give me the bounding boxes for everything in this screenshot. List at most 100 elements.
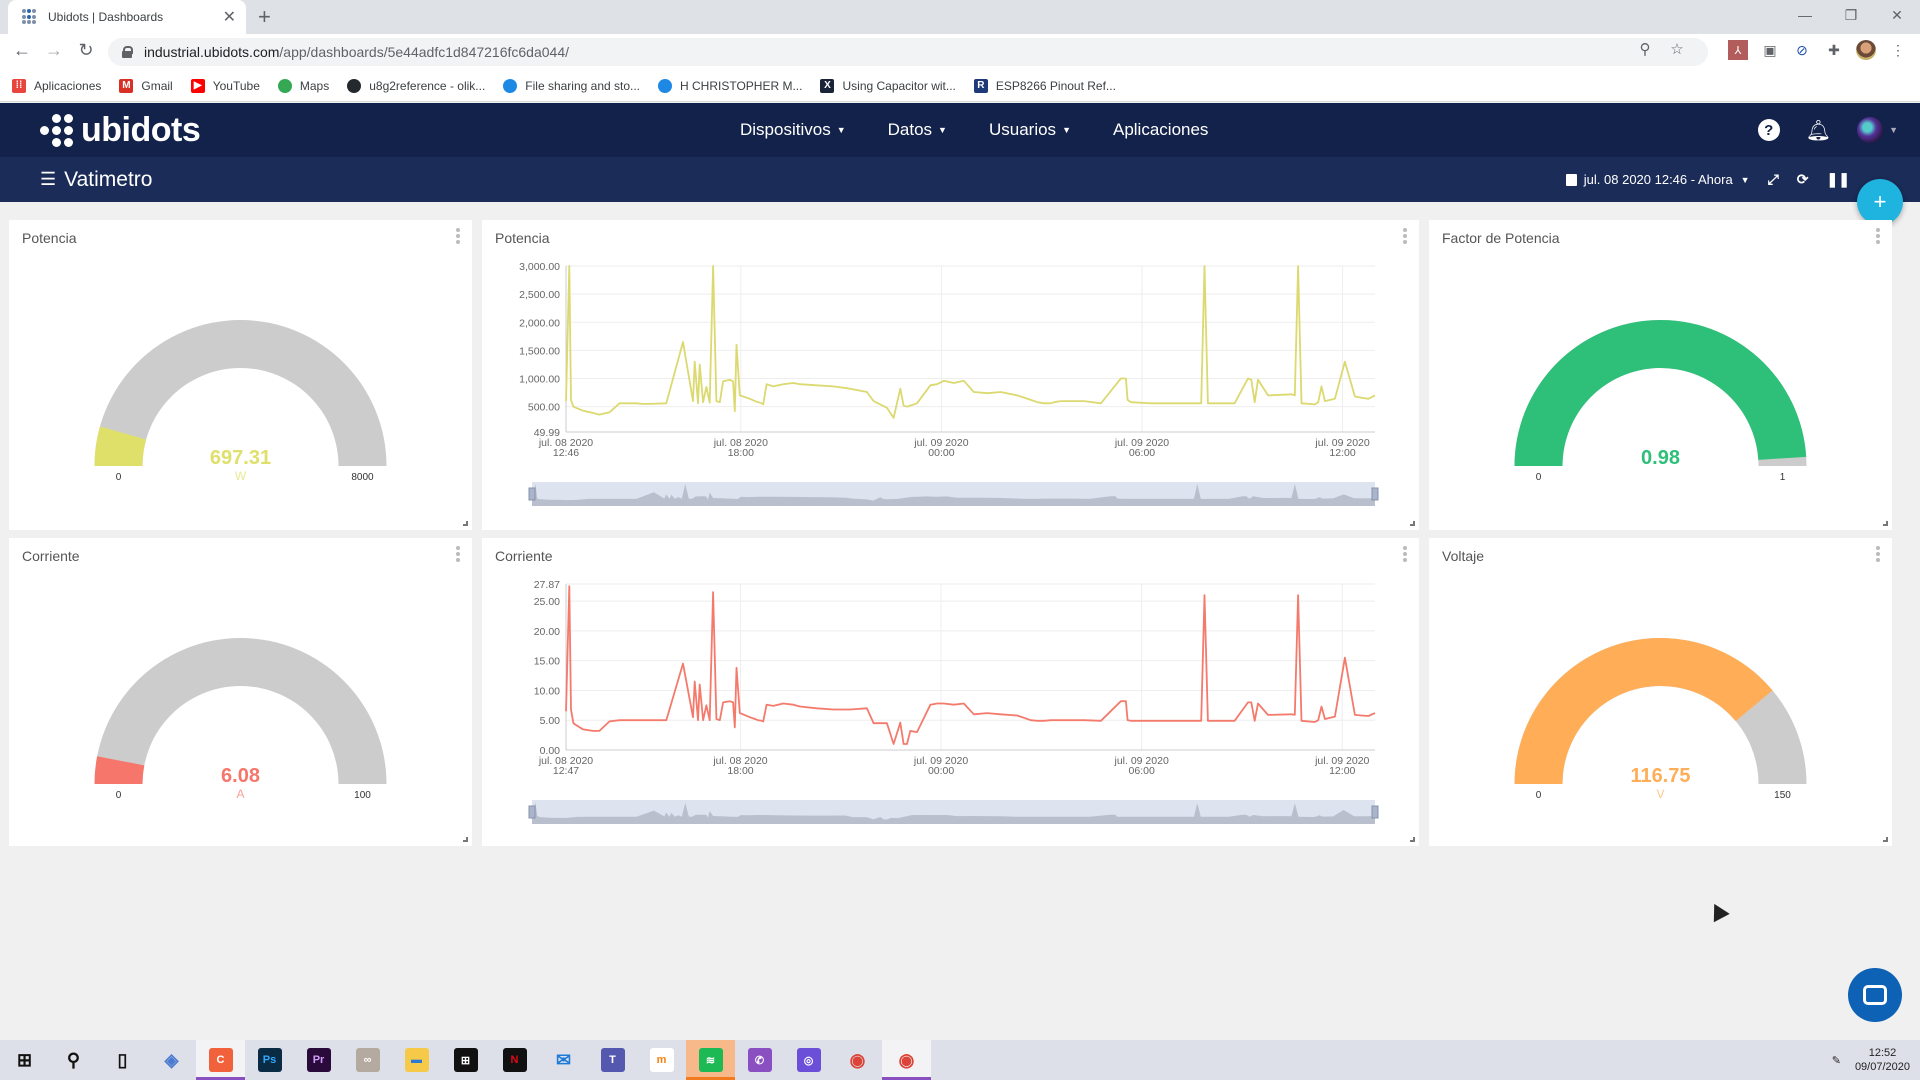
gauge-max-label: 1 [1780,472,1786,483]
taskbar-app[interactable]: ✆ [735,1040,784,1080]
dashboard-selector[interactable]: ☰ Vatimetro [40,157,152,202]
bookmark-item[interactable]: ⁞⁞ Aplicaciones [12,78,101,93]
restore-icon[interactable]: ❐ [1828,0,1874,30]
browser-tabstrip: Ubidots | Dashboards ✕ + — ❐ ✕ [0,0,1920,34]
taskbar-app[interactable]: ▯ [98,1040,147,1080]
line-chart-widget-potencia: Potencia 3,000.00 2,500.00 2,000.00 1,500.0… [482,220,1419,530]
pause-icon[interactable]: ❚❚ [1827,171,1850,188]
pen-icon[interactable]: ✎ [1832,1054,1841,1067]
refresh-icon[interactable]: ⟳ [1797,171,1809,188]
taskbar-app[interactable]: ◎ [784,1040,833,1080]
taskbar-app[interactable]: m [637,1040,686,1080]
taskbar-app[interactable]: Ps [245,1040,294,1080]
taskbar-app[interactable]: ◉ [882,1040,931,1080]
close-window-icon[interactable]: ✕ [1874,0,1920,30]
taskbar-app[interactable]: Pr [294,1040,343,1080]
resize-handle[interactable] [1883,521,1888,526]
range-handle-left[interactable] [528,487,536,501]
new-tab-icon[interactable]: + [258,4,271,30]
browser-tab[interactable]: Ubidots | Dashboards ✕ [8,0,246,34]
profile-avatar[interactable] [1856,40,1876,60]
sync-icon [503,78,518,93]
taskbar-app[interactable]: ⚲ [49,1040,98,1080]
taskbar-app[interactable]: ✉ [539,1040,588,1080]
nav-datos[interactable]: Datos ▼ [888,120,947,140]
windows-taskbar: ⊞ ⚲ ▯ ◈ C Ps Pr ∞ ▬ ⊞ N ✉ Tm ≋ ✆ ◎ ◉ ◉ ✎ 12:52 09/07/2020 [0,1040,1920,1080]
nav-dispositivos[interactable]: Dispositivos ▼ [740,120,846,140]
resize-handle[interactable] [463,521,468,526]
clock[interactable]: 12:52 09/07/2020 [1855,1046,1910,1074]
taskbar-app[interactable]: C [196,1040,245,1080]
bookmarks-bar: ⁞⁞ Aplicaciones M Gmail ▶ YouTube Maps u8g2refe… [0,70,1920,102]
taskbar-app[interactable]: ◉ [833,1040,882,1080]
reload-icon[interactable]: ↻ [74,40,98,61]
taskbar-app[interactable]: ◈ [147,1040,196,1080]
bookmark-item[interactable]: X Using Capacitor wit... [820,78,956,93]
nav-aplicaciones[interactable]: Aplicaciones [1113,120,1208,140]
address-bar[interactable]: industrial.ubidots.com/app/dashboards/5e… [108,38,1708,66]
fullscreen-expand-icon[interactable]: ⤢ [1768,171,1779,188]
extensions-puzzle-icon[interactable]: ✚ [1824,40,1844,60]
blocker-extension-icon[interactable]: ⊘ [1792,40,1812,60]
caret-down-icon: ▼ [836,125,846,135]
bookmark-item[interactable]: Maps [277,78,329,93]
taskbar-app[interactable]: N [490,1040,539,1080]
taskbar-app[interactable]: ≋ [686,1040,735,1080]
taskbar-app[interactable]: T [588,1040,637,1080]
dashboard-title: Vatimetro [64,167,153,191]
chrome-icon: ◉ [898,1049,915,1070]
taskbar-app[interactable]: ∞ [343,1040,392,1080]
range-handle-right[interactable] [1371,805,1379,819]
x-tick-label: 12:46 [553,447,579,459]
close-tab-icon[interactable]: ✕ [223,7,236,27]
ubidots-logo[interactable]: ubidots [40,111,201,150]
app-header: ubidots Dispositivos ▼ Datos ▼ Usuarios ▼ A… [0,103,1920,157]
bookmark-item[interactable]: File sharing and sto... [503,78,641,93]
resize-handle[interactable] [1410,521,1415,526]
bookmark-item[interactable]: ▶ YouTube [190,78,260,93]
x-tick-label: 12:00 [1329,765,1355,777]
taskbar-app[interactable]: ▬ [392,1040,441,1080]
bookmark-item[interactable]: H CHRISTOPHER M... [658,78,802,93]
browser-menu-icon[interactable]: ⋮ [1888,40,1908,60]
forward-icon[interactable]: → [42,40,66,61]
github-icon [347,78,362,93]
minimize-icon[interactable]: — [1782,0,1828,30]
chat-icon [1863,985,1887,1005]
cast-extension-icon[interactable]: ▣ [1760,40,1780,60]
ubidots-favicon-icon [22,9,38,25]
zoom-icon[interactable]: ⚲ [1634,40,1656,58]
gauge-value: 116.75 [1630,765,1690,787]
bookmark-label: File sharing and sto... [525,78,641,93]
mouse-cursor-icon [1706,899,1730,923]
hamburger-menu-icon[interactable]: ☰ [40,169,56,190]
user-menu[interactable]: ▼ [1857,117,1898,143]
range-handle-left[interactable] [528,805,536,819]
bookmark-item[interactable]: M Gmail [119,78,173,93]
line-chart-potencia: 3,000.00 2,500.00 2,000.00 1,500.00 1,000.00… [519,261,1379,506]
acrobat-extension-icon[interactable]: ⅄ [1728,40,1748,60]
date-range-picker[interactable]: jul. 08 2020 12:46 - Ahora ▼ [1565,172,1750,187]
back-icon[interactable]: ← [10,40,34,61]
support-chat-button[interactable] [1848,968,1902,1022]
notifications-bell-icon[interactable]: 🔔︎ [1806,118,1831,143]
taskbar-app[interactable]: ⊞ [0,1040,49,1080]
spotify-icon: ≋ [698,1048,723,1072]
resize-handle[interactable] [1410,837,1415,842]
help-icon[interactable]: ? [1757,119,1780,141]
bookmark-item[interactable]: u8g2reference - olik... [347,78,485,93]
add-widget-button[interactable]: + [1857,179,1903,225]
y-tick-label: 1,000.00 [519,374,560,386]
resize-handle[interactable] [463,837,468,842]
chrome-icon: ◉ [849,1049,866,1070]
gauge-corriente: 6.08A 0 100 [94,638,387,801]
range-handle-right[interactable] [1371,487,1379,501]
bookmark-label: Gmail [141,78,173,93]
bookmark-item[interactable]: R ESP8266 Pinout Ref... [973,78,1116,93]
resize-handle[interactable] [1883,837,1888,842]
gauge-value-arc [1514,638,1773,784]
bookmark-star-icon[interactable]: ☆ [1666,40,1688,58]
gauge-max-label: 100 [354,790,371,801]
taskbar-app[interactable]: ⊞ [441,1040,490,1080]
nav-usuarios[interactable]: Usuarios ▼ [989,120,1071,140]
